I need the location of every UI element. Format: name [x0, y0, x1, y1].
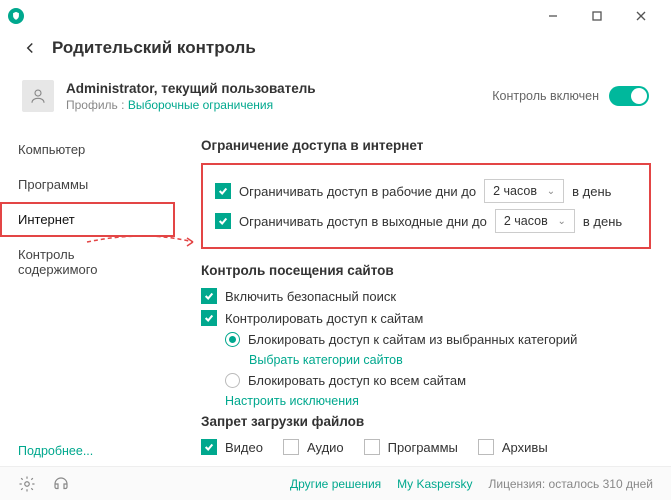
weekday-label: Ограничивать доступ в рабочие дни до — [239, 184, 476, 199]
more-link[interactable]: Подробнее... — [18, 444, 93, 458]
control-access-checkbox[interactable] — [201, 310, 217, 326]
minimize-button[interactable] — [531, 2, 575, 30]
app-logo — [8, 8, 24, 24]
avatar — [22, 80, 54, 112]
callout-arrow — [85, 232, 200, 252]
radio-block-all[interactable] — [225, 373, 240, 388]
weekday-hours-select[interactable]: 2 часов⌄ — [484, 179, 564, 203]
programs-checkbox[interactable] — [364, 439, 380, 455]
choose-categories-link[interactable]: Выбрать категории сайтов — [249, 353, 403, 367]
close-button[interactable] — [619, 2, 663, 30]
weekend-hours-select[interactable]: 2 часов⌄ — [495, 209, 575, 233]
sidebar-item-computer[interactable]: Компьютер — [0, 132, 175, 167]
exclusions-link[interactable]: Настроить исключения — [225, 394, 359, 408]
my-kaspersky-link[interactable]: My Kaspersky — [397, 477, 472, 491]
maximize-button[interactable] — [575, 2, 619, 30]
highlighted-settings: Ограничивать доступ в рабочие дни до 2 ч… — [201, 163, 651, 249]
audio-checkbox[interactable] — [283, 439, 299, 455]
weekend-label: Ограничивать доступ в выходные дни до — [239, 214, 487, 229]
control-toggle[interactable] — [609, 86, 649, 106]
chevron-down-icon: ⌄ — [547, 186, 555, 197]
toggle-label: Контроль включен — [492, 89, 599, 103]
video-checkbox[interactable] — [201, 439, 217, 455]
support-icon[interactable] — [52, 475, 70, 493]
license-status: Лицензия: осталось 310 дней — [489, 477, 653, 491]
sidebar-item-programs[interactable]: Программы — [0, 167, 175, 202]
safe-search-checkbox[interactable] — [201, 288, 217, 304]
section-download-block-title: Запрет загрузки файлов — [201, 414, 651, 429]
archives-checkbox[interactable] — [478, 439, 494, 455]
back-button[interactable] — [18, 36, 42, 60]
weekend-checkbox[interactable] — [215, 213, 231, 229]
page-title: Родительский контроль — [52, 38, 256, 58]
chevron-down-icon: ⌄ — [557, 216, 565, 227]
other-solutions-link[interactable]: Другие решения — [290, 477, 381, 491]
weekday-checkbox[interactable] — [215, 183, 231, 199]
section-site-control-title: Контроль посещения сайтов — [201, 263, 651, 278]
profile-subtitle: Профиль : Выборочные ограничения — [66, 98, 492, 112]
radio-block-categories[interactable] — [225, 332, 240, 347]
section-internet-limit-title: Ограничение доступа в интернет — [201, 138, 651, 153]
gear-icon[interactable] — [18, 475, 36, 493]
profile-name: Administrator, текущий пользователь — [66, 81, 492, 96]
